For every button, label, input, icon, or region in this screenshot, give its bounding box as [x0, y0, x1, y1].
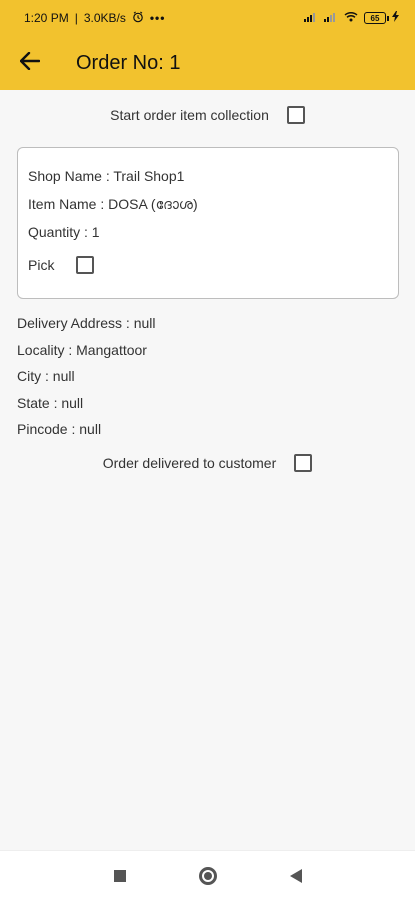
- start-collection-row: Start order item collection: [0, 104, 415, 126]
- status-speed: 3.0KB/s: [83, 11, 126, 25]
- city: City : null: [17, 368, 75, 385]
- delivered-row: Order delivered to customer: [0, 452, 415, 474]
- recents-icon: [113, 869, 126, 882]
- item-quantity: Quantity : 1: [28, 224, 100, 240]
- shop-name: Shop Name : Trail Shop1: [28, 168, 185, 184]
- pincode: Pincode : null: [17, 421, 102, 438]
- more-notifications-icon: •••: [149, 11, 166, 25]
- system-nav-bar: [0, 850, 415, 900]
- wifi-icon: [344, 11, 358, 25]
- delivered-label: Order delivered to customer: [102, 455, 277, 471]
- status-bar: 1:20 PM | 3.0KB/s ••• 65: [0, 0, 415, 36]
- header: 1:20 PM | 3.0KB/s ••• 65 Order No: 1: [0, 0, 415, 90]
- page-title: Order No: 1: [76, 51, 181, 74]
- arrow-left-icon: [19, 51, 41, 75]
- system-back-button[interactable]: [282, 862, 310, 890]
- pick-row: Pick: [28, 256, 388, 274]
- pick-label: Pick: [28, 257, 55, 273]
- home-icon: [198, 866, 217, 885]
- status-left: 1:20 PM | 3.0KB/s •••: [24, 11, 165, 26]
- signal-icon-2: [324, 11, 338, 25]
- pick-checkbox[interactable]: [76, 256, 95, 274]
- delivered-checkbox[interactable]: [294, 454, 313, 472]
- delivery-address: Delivery Address : null: [17, 315, 156, 332]
- home-button[interactable]: [194, 862, 222, 890]
- start-collection-checkbox[interactable]: [286, 106, 305, 124]
- start-collection-label: Start order item collection: [110, 107, 269, 123]
- order-item-card: Shop Name : Trail Shop1 Item Name : DOSA…: [17, 147, 399, 299]
- state: State : null: [17, 394, 84, 411]
- back-button[interactable]: [0, 36, 60, 90]
- status-right: 65: [304, 11, 399, 25]
- charging-icon: [392, 11, 399, 25]
- status-time: 1:20 PM: [24, 11, 69, 25]
- battery-icon: 65: [364, 12, 389, 24]
- back-triangle-icon: [289, 868, 302, 883]
- delivery-details: Delivery Address : null Locality : Manga…: [17, 310, 156, 443]
- status-separator: |: [74, 11, 78, 25]
- battery-level: 65: [370, 13, 380, 23]
- alarm-icon: [132, 11, 144, 26]
- app-bar: Order No: 1: [0, 36, 415, 90]
- item-name: Item Name : DOSA (ദോശ): [28, 195, 198, 212]
- signal-icon-1: [304, 11, 318, 25]
- locality: Locality : Mangattoor: [17, 341, 147, 358]
- order-content: Start order item collection Shop Name : …: [0, 90, 415, 850]
- recents-button[interactable]: [106, 862, 134, 890]
